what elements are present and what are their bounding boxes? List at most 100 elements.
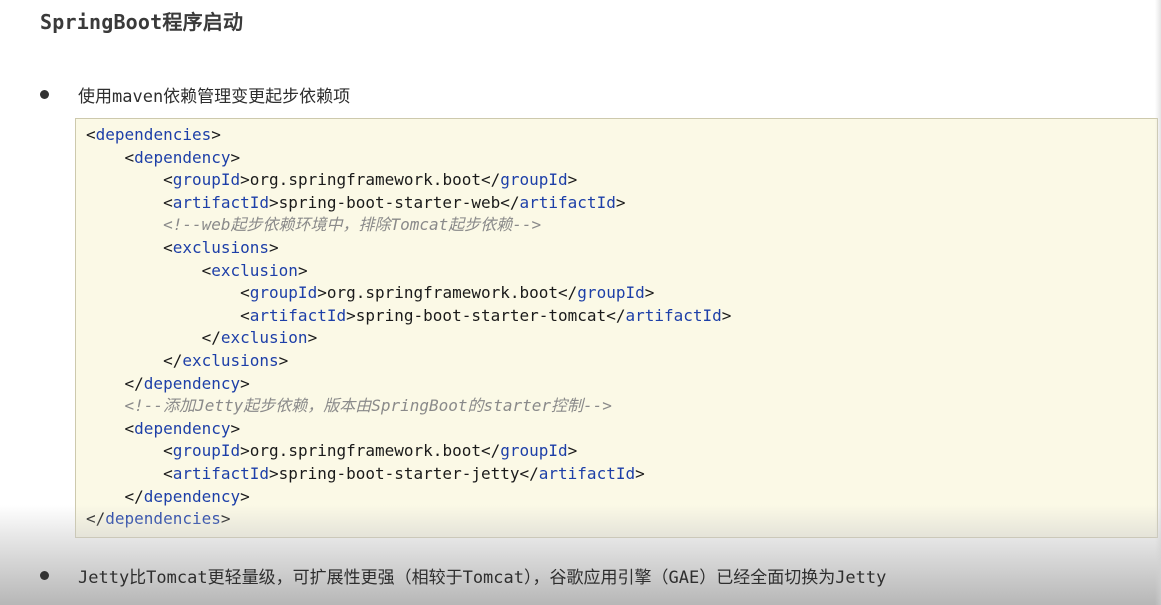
tag-bracket: </ bbox=[606, 305, 626, 325]
tag-bracket: </ bbox=[86, 509, 106, 529]
slide-title: SpringBoot程序启动 bbox=[40, 10, 244, 34]
element-value: org.springframework.boot bbox=[326, 283, 559, 303]
tag-bracket: > bbox=[240, 373, 250, 393]
code-line: <artifactId>spring-boot-starter-web</art… bbox=[86, 192, 1157, 215]
tag-bracket: < bbox=[163, 441, 173, 461]
tag-bracket: </ bbox=[480, 170, 501, 190]
xml-comment: <!--添加Jetty起步依赖，版本由SpringBoot的starter控制-… bbox=[124, 396, 612, 416]
xml-comment: <!--web起步依赖环境中，排除Tomcat起步依赖--> bbox=[163, 215, 542, 235]
element-value: org.springframework.boot bbox=[249, 441, 481, 461]
right-edge-shadow bbox=[1155, 0, 1161, 605]
tag-bracket: > bbox=[644, 283, 655, 303]
tag-bracket: > bbox=[230, 147, 241, 167]
tag-bracket: > bbox=[220, 509, 231, 529]
tag-name: artifactId bbox=[172, 463, 270, 483]
tag-bracket: < bbox=[124, 418, 135, 438]
tag-name: groupId bbox=[249, 283, 318, 303]
code-line: </exclusions> bbox=[86, 350, 1157, 373]
tag-name: artifactId bbox=[625, 305, 722, 325]
tag-name: groupId bbox=[500, 441, 568, 461]
tag-name: artifactId bbox=[172, 192, 270, 212]
code-line: </dependency> bbox=[86, 486, 1157, 509]
tag-bracket: > bbox=[635, 463, 645, 483]
tag-bracket: > bbox=[240, 170, 250, 190]
code-line: <dependency> bbox=[86, 147, 1157, 170]
code-line: </dependencies> bbox=[86, 508, 1157, 531]
tag-bracket: < bbox=[86, 125, 96, 144]
code-line: <groupId>org.springframework.boot</group… bbox=[86, 169, 1157, 192]
tag-name: dependency bbox=[143, 486, 241, 506]
tag-bracket: > bbox=[307, 328, 318, 348]
tag-bracket: > bbox=[567, 441, 578, 461]
element-value: spring-boot-starter-jetty bbox=[278, 463, 520, 483]
tag-bracket: </ bbox=[480, 441, 501, 461]
tag-bracket: > bbox=[269, 463, 279, 483]
tag-bracket: > bbox=[269, 237, 279, 257]
tag-bracket: < bbox=[240, 283, 250, 303]
tag-bracket: < bbox=[201, 260, 212, 280]
code-line: <!--web起步依赖环境中，排除Tomcat起步依赖--> bbox=[86, 214, 1157, 237]
tag-name: exclusion bbox=[220, 328, 308, 348]
tag-bracket: </ bbox=[201, 328, 221, 348]
code-line: <artifactId>spring-boot-starter-tomcat</… bbox=[86, 305, 1157, 328]
bullet-dot-icon bbox=[40, 90, 49, 99]
element-value: spring-boot-starter-web bbox=[278, 192, 501, 212]
tag-bracket: > bbox=[297, 260, 308, 280]
bullet-dot-icon bbox=[40, 571, 49, 580]
tag-name: exclusions bbox=[182, 350, 279, 370]
code-line: <dependency> bbox=[86, 418, 1157, 441]
code-line: <exclusions> bbox=[86, 237, 1157, 260]
tag-name: dependency bbox=[143, 373, 241, 393]
tag-name: dependency bbox=[134, 147, 231, 167]
tag-bracket: > bbox=[269, 192, 279, 212]
bullet-item-jetty: Jetty比Tomcat更轻量级，可扩展性更强（相较于Tomcat），谷歌应用引… bbox=[40, 563, 886, 588]
code-line: <!--添加Jetty起步依赖，版本由SpringBoot的starter控制-… bbox=[86, 395, 1157, 418]
tag-name: artifactId bbox=[519, 192, 616, 212]
tag-bracket: < bbox=[163, 170, 173, 190]
tag-bracket: </ bbox=[519, 463, 539, 483]
tag-name: exclusion bbox=[211, 260, 298, 280]
bullet-text: Jetty比Tomcat更轻量级，可扩展性更强（相较于Tomcat），谷歌应用引… bbox=[78, 568, 887, 588]
tag-bracket: > bbox=[211, 125, 221, 144]
tag-bracket: </ bbox=[500, 192, 520, 212]
tag-bracket: < bbox=[163, 463, 173, 483]
tag-bracket: </ bbox=[124, 486, 144, 506]
bullet-item-maven: 使用maven依赖管理变更起步依赖项 bbox=[40, 82, 350, 107]
tag-bracket: > bbox=[346, 305, 356, 325]
code-line: </exclusion> bbox=[86, 327, 1157, 350]
tag-name: dependencies bbox=[95, 125, 212, 144]
code-line: <dependencies> bbox=[86, 124, 1157, 147]
tag-name: groupId bbox=[172, 441, 241, 461]
code-line: <groupId>org.springframework.boot</group… bbox=[86, 282, 1157, 305]
tag-bracket: < bbox=[163, 237, 173, 257]
tag-bracket: > bbox=[721, 305, 732, 325]
tag-name: artifactId bbox=[538, 463, 636, 483]
code-block: <dependencies> <dependency> <groupId>org… bbox=[75, 118, 1158, 538]
tag-bracket: > bbox=[567, 170, 578, 190]
bullet-text: 使用maven依赖管理变更起步依赖项 bbox=[78, 87, 351, 107]
tag-bracket: > bbox=[230, 418, 241, 438]
tag-bracket: > bbox=[240, 441, 250, 461]
tag-name: dependencies bbox=[105, 509, 221, 529]
tag-name: dependency bbox=[134, 418, 231, 438]
code-line: </dependency> bbox=[86, 373, 1157, 396]
tag-bracket: </ bbox=[163, 350, 183, 370]
element-value: org.springframework.boot bbox=[249, 170, 481, 190]
code-line: <groupId>org.springframework.boot</group… bbox=[86, 440, 1157, 463]
tag-name: exclusions bbox=[172, 237, 270, 257]
tag-name: groupId bbox=[500, 170, 568, 190]
tag-bracket: > bbox=[278, 350, 289, 370]
code-line: <artifactId>spring-boot-starter-jetty</a… bbox=[86, 463, 1157, 486]
tag-name: artifactId bbox=[249, 305, 347, 325]
element-value: spring-boot-starter-tomcat bbox=[355, 305, 607, 325]
tag-bracket: < bbox=[163, 192, 173, 212]
code-line: <exclusion> bbox=[86, 260, 1157, 283]
tag-bracket: </ bbox=[558, 283, 578, 303]
tag-bracket: > bbox=[240, 486, 250, 506]
tag-name: groupId bbox=[172, 170, 241, 190]
tag-bracket: < bbox=[124, 147, 135, 167]
tag-bracket: > bbox=[615, 192, 626, 212]
tag-bracket: > bbox=[317, 283, 327, 303]
tag-bracket: < bbox=[240, 305, 250, 325]
tag-bracket: </ bbox=[124, 373, 144, 393]
